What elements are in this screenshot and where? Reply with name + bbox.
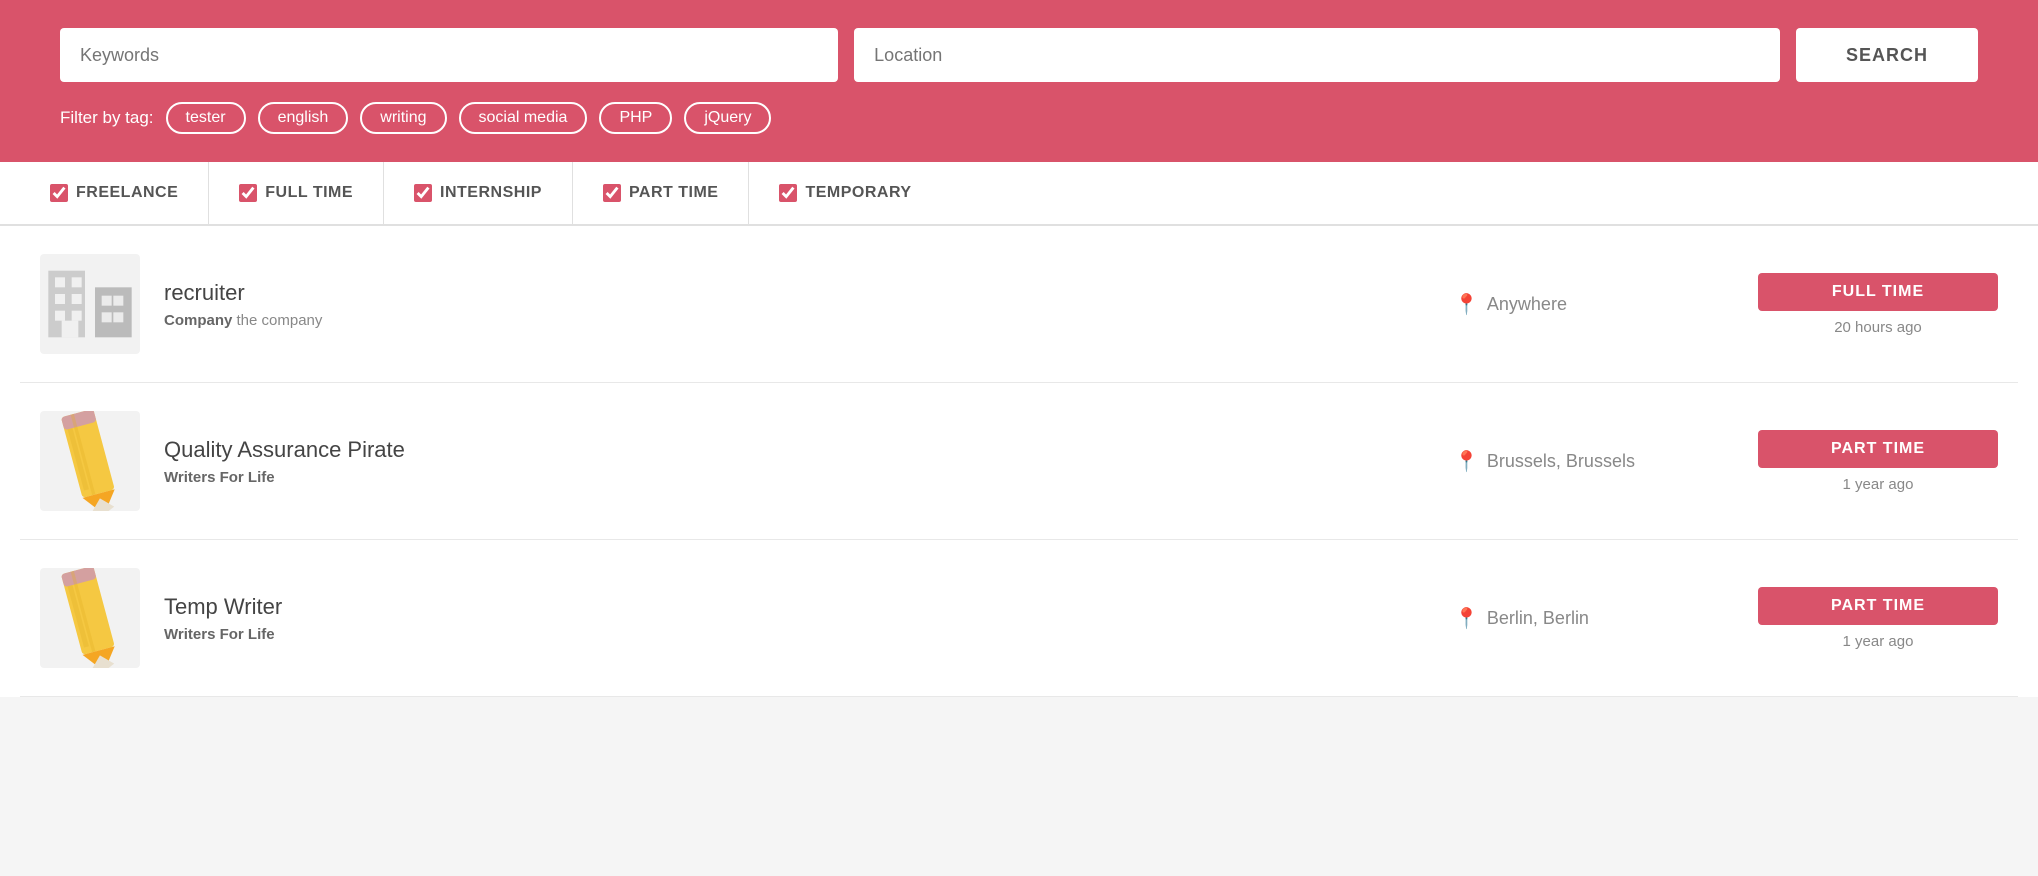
location-pin-icon: 📍 — [1454, 292, 1479, 317]
search-row: SEARCH — [60, 28, 1978, 82]
filter-type-fulltime[interactable]: FULL TIME — [209, 162, 384, 224]
job-location: 📍 Anywhere — [1454, 292, 1734, 317]
filter-type-temporary[interactable]: TEMPORARY — [749, 162, 941, 224]
filter-type-label-temporary: TEMPORARY — [805, 184, 911, 202]
job-info: recruiter Company the company — [164, 280, 1430, 329]
job-type-section: PART TIME 1 year ago — [1758, 587, 1998, 650]
job-type-badge[interactable]: PART TIME — [1758, 587, 1998, 625]
job-title: recruiter — [164, 280, 1430, 306]
job-type-badge[interactable]: FULL TIME — [1758, 273, 1998, 311]
job-title: Quality Assurance Pirate — [164, 437, 1430, 463]
job-info: Quality Assurance Pirate Writers For Lif… — [164, 437, 1430, 486]
search-header: SEARCH Filter by tag: tester english writi… — [0, 0, 2038, 162]
filter-type-internship[interactable]: INTERNSHIP — [384, 162, 573, 224]
job-title: Temp Writer — [164, 594, 1430, 620]
job-company: Company the company — [164, 312, 1430, 329]
job-item[interactable]: Temp Writer Writers For Life 📍 Berlin, B… — [20, 540, 2018, 697]
filter-type-bar: FREELANCE FULL TIME INTERNSHIP PART TIME… — [0, 162, 2038, 226]
checkbox-fulltime[interactable] — [239, 184, 257, 202]
tag-pill-jQuery[interactable]: jQuery — [684, 102, 771, 134]
job-location: 📍 Berlin, Berlin — [1454, 606, 1734, 631]
job-type-section: FULL TIME 20 hours ago — [1758, 273, 1998, 336]
job-logo — [40, 411, 140, 511]
filter-tag-row: Filter by tag: tester english writing socia… — [60, 102, 1978, 134]
filter-type-freelance[interactable]: FREELANCE — [20, 162, 209, 224]
job-company: Writers For Life — [164, 469, 1430, 486]
checkbox-parttime[interactable] — [603, 184, 621, 202]
checkbox-internship[interactable] — [414, 184, 432, 202]
filter-by-tag-label: Filter by tag: — [60, 108, 154, 128]
location-text: Anywhere — [1487, 294, 1567, 315]
job-item[interactable]: Quality Assurance Pirate Writers For Lif… — [20, 383, 2018, 540]
checkbox-freelance[interactable] — [50, 184, 68, 202]
location-input[interactable] — [854, 28, 1780, 82]
job-item[interactable]: recruiter Company the company 📍 Anywhere… — [20, 226, 2018, 383]
job-company: Writers For Life — [164, 626, 1430, 643]
filter-type-parttime[interactable]: PART TIME — [573, 162, 750, 224]
job-type-section: PART TIME 1 year ago — [1758, 430, 1998, 493]
job-location: 📍 Brussels, Brussels — [1454, 449, 1734, 474]
location-text: Berlin, Berlin — [1487, 608, 1589, 629]
keyword-input[interactable] — [60, 28, 838, 82]
job-info: Temp Writer Writers For Life — [164, 594, 1430, 643]
job-list: recruiter Company the company 📍 Anywhere… — [0, 226, 2038, 697]
tag-pill-english[interactable]: english — [258, 102, 349, 134]
checkbox-temporary[interactable] — [779, 184, 797, 202]
filter-type-label-parttime: PART TIME — [629, 184, 719, 202]
job-logo — [40, 254, 140, 354]
filter-type-label-fulltime: FULL TIME — [265, 184, 353, 202]
search-button[interactable]: SEARCH — [1796, 28, 1978, 82]
location-text: Brussels, Brussels — [1487, 451, 1635, 472]
tag-pill-PHP[interactable]: PHP — [599, 102, 672, 134]
app-container: SEARCH Filter by tag: tester english writi… — [0, 0, 2038, 697]
location-pin-icon: 📍 — [1454, 606, 1479, 631]
job-time-ago: 20 hours ago — [1758, 319, 1998, 336]
tag-pill-writing[interactable]: writing — [360, 102, 446, 134]
job-time-ago: 1 year ago — [1758, 476, 1998, 493]
filter-type-label-freelance: FREELANCE — [76, 184, 178, 202]
filter-type-label-internship: INTERNSHIP — [440, 184, 542, 202]
location-pin-icon: 📍 — [1454, 449, 1479, 474]
job-type-badge[interactable]: PART TIME — [1758, 430, 1998, 468]
job-logo — [40, 568, 140, 668]
job-time-ago: 1 year ago — [1758, 633, 1998, 650]
tag-pill-tester[interactable]: tester — [166, 102, 246, 134]
tag-pill-social-media[interactable]: social media — [459, 102, 588, 134]
